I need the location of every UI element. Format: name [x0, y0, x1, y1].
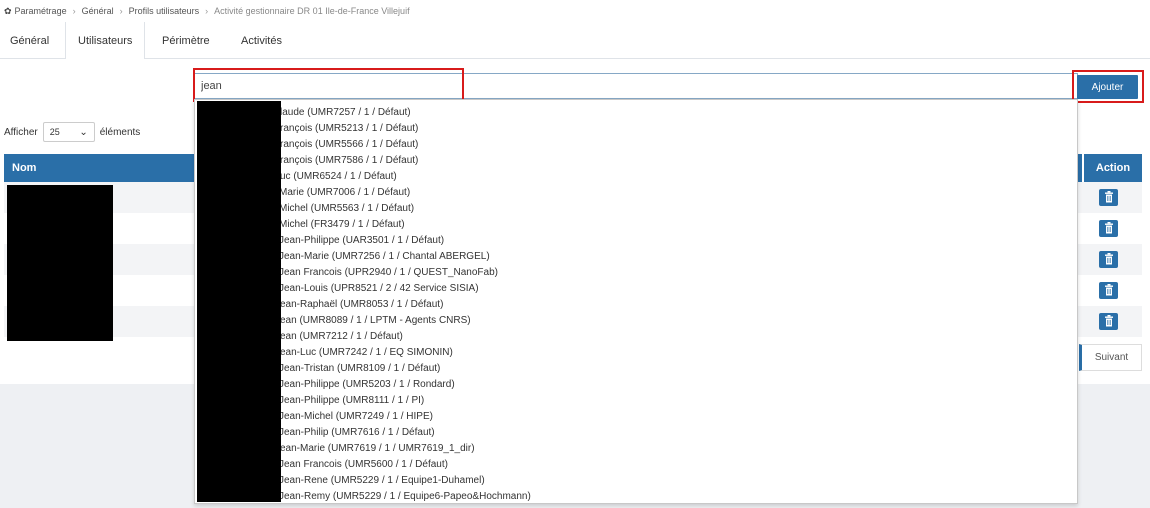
- user-search-input[interactable]: [195, 74, 1077, 98]
- trash-icon: [1104, 253, 1113, 265]
- trash-icon: [1104, 191, 1113, 203]
- trash-icon: [1104, 284, 1113, 296]
- tab-activites[interactable]: Activités: [241, 22, 282, 58]
- items-label: éléments: [99, 126, 141, 138]
- page-size-select[interactable]: 25 ⌄: [42, 122, 95, 142]
- breadcrumb-separator: ›: [72, 6, 76, 16]
- breadcrumb-item-parametrage[interactable]: Paramétrage: [15, 6, 67, 16]
- trash-icon: [1104, 222, 1113, 234]
- delete-user-button[interactable]: [1099, 251, 1118, 268]
- redacted-names: [7, 185, 113, 341]
- breadcrumb-item-current: Activité gestionnaire DR 01 Ile-de-Franc…: [214, 6, 410, 16]
- tab-bar: Général Utilisateurs Périmètre Activités: [0, 22, 1150, 59]
- redacted-names: [197, 101, 281, 502]
- delete-user-button[interactable]: [1099, 220, 1118, 237]
- user-search-field: [194, 73, 1078, 99]
- column-header-nom[interactable]: Nom: [12, 162, 36, 174]
- chevron-down-icon: ⌄: [79, 126, 88, 138]
- delete-user-button[interactable]: [1099, 189, 1118, 206]
- add-button[interactable]: Ajouter: [1077, 75, 1138, 99]
- next-page-button[interactable]: Suivant: [1079, 344, 1142, 371]
- breadcrumb-item-profils[interactable]: Profils utilisateurs: [129, 6, 200, 16]
- page-size-control: Afficher 25 ⌄ éléments: [4, 122, 140, 142]
- tab-utilisateurs[interactable]: Utilisateurs: [65, 22, 146, 59]
- column-header-action: Action: [1082, 154, 1142, 182]
- show-label: Afficher: [4, 126, 38, 138]
- gear-icon: ✿: [4, 5, 12, 16]
- page-size-value: 25: [49, 127, 60, 137]
- breadcrumb-item-general[interactable]: Général: [82, 6, 114, 16]
- tab-perimetre[interactable]: Périmètre: [162, 22, 210, 58]
- delete-user-button[interactable]: [1099, 313, 1118, 330]
- breadcrumb-separator: ›: [205, 6, 209, 16]
- breadcrumb-separator: ›: [119, 6, 123, 16]
- breadcrumb: ✿ Paramétrage › Général › Profils utilis…: [0, 0, 1150, 22]
- tab-general[interactable]: Général: [10, 22, 49, 58]
- delete-user-button[interactable]: [1099, 282, 1118, 299]
- autocomplete-dropdown: laude (UMR7257 / 1 / Défaut) rançois (UM…: [194, 99, 1078, 504]
- trash-icon: [1104, 315, 1113, 327]
